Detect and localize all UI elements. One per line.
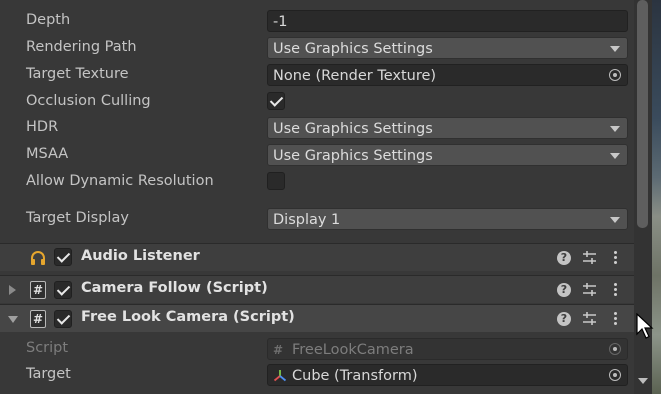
script-value: FreeLookCamera [292,342,414,358]
script-label: Script [26,340,69,356]
target-texture-field[interactable]: None (Render Texture) [267,64,628,86]
object-picker-icon[interactable] [609,369,621,381]
free-look-camera-title: Free Look Camera (Script) [81,309,295,325]
foldout-expanded-icon[interactable] [8,316,18,323]
headphones-icon [31,251,45,265]
script-icon: # [30,310,46,328]
rendering-path-dropdown[interactable]: Use Graphics Settings [267,37,628,59]
msaa-value: Use Graphics Settings [273,148,433,164]
hdr-value: Use Graphics Settings [273,121,433,137]
dropdown-caret-icon [610,217,620,223]
target-field[interactable]: Cube (Transform) [267,364,628,386]
dropdown-caret-icon [610,126,620,132]
scroll-down-arrow-icon[interactable] [638,378,648,384]
depth-label: Depth [26,12,71,28]
target-value: Cube (Transform) [292,368,418,384]
transform-icon [273,370,287,382]
dropdown-caret-icon [610,46,620,52]
free-look-camera-enabled-checkbox[interactable] [54,310,72,328]
occlusion-culling-checkbox[interactable] [267,92,285,110]
hdr-label: HDR [26,119,59,135]
kebab-menu-icon[interactable] [614,312,618,327]
camera-follow-header[interactable]: # Camera Follow (Script) ? [0,275,634,303]
target-display-label: Target Display [26,210,129,226]
presets-icon[interactable] [582,250,597,265]
script-icon: # [30,281,46,299]
camera-follow-enabled-checkbox[interactable] [54,281,72,299]
script-field-icon: # [273,343,284,357]
audio-listener-header[interactable]: Audio Listener ? [0,243,634,271]
presets-icon[interactable] [582,311,597,326]
depth-field[interactable]: -1 [267,10,628,32]
allow-dynamic-resolution-checkbox[interactable] [267,172,285,190]
hdr-dropdown[interactable]: Use Graphics Settings [267,117,628,139]
script-field: # FreeLookCamera [267,338,628,360]
help-icon[interactable]: ? [557,283,571,297]
object-picker-icon[interactable] [609,69,621,81]
kebab-menu-icon[interactable] [614,283,618,298]
help-icon[interactable]: ? [557,251,571,265]
camera-follow-title: Camera Follow (Script) [81,280,268,296]
target-texture-label: Target Texture [26,66,129,82]
free-look-camera-header[interactable]: # Free Look Camera (Script) ? [0,304,634,332]
scrollbar-thumb[interactable] [637,0,648,228]
target-label: Target [26,366,71,382]
target-texture-value: None (Render Texture) [273,68,437,84]
object-picker-icon [609,343,621,355]
dropdown-caret-icon [610,153,620,159]
help-icon[interactable]: ? [557,312,571,326]
target-display-dropdown[interactable]: Display 1 [267,208,628,230]
mouse-cursor-icon [636,313,654,339]
msaa-label: MSAA [26,146,69,162]
presets-icon[interactable] [582,282,597,297]
audio-listener-enabled-checkbox[interactable] [54,248,72,266]
foldout-collapsed-icon[interactable] [9,285,16,295]
rendering-path-value: Use Graphics Settings [273,41,433,57]
audio-listener-title: Audio Listener [81,248,200,264]
msaa-dropdown[interactable]: Use Graphics Settings [267,144,628,166]
kebab-menu-icon[interactable] [614,251,618,266]
target-display-value: Display 1 [273,212,341,228]
depth-value: -1 [273,14,288,30]
occlusion-culling-label: Occlusion Culling [26,93,151,109]
rendering-path-label: Rendering Path [26,39,137,55]
allow-dynamic-resolution-label: Allow Dynamic Resolution [26,173,214,189]
